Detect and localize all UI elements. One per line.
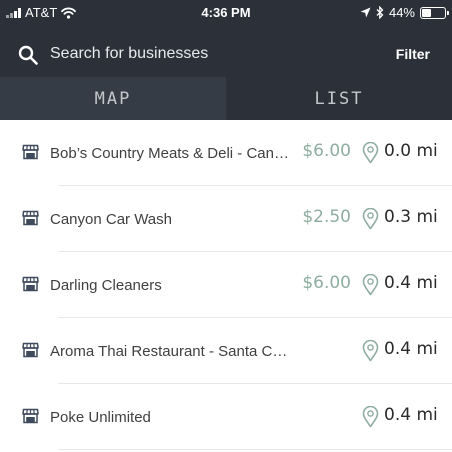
list-item[interactable]: Canyon Car Wash $2.50 0.3 mi — [0, 186, 452, 252]
list-item[interactable]: Aroma Thai Restaurant - Santa C… 0.4 mi — [0, 318, 452, 384]
list-item[interactable]: Bob’s Country Meats & Deli - Can… $6.00 … — [0, 120, 452, 186]
business-price: $6.00 — [302, 273, 351, 293]
storefront-icon — [22, 408, 39, 424]
row-divider — [58, 449, 452, 450]
business-distance: 0.4 mi — [384, 273, 438, 293]
location-arrow-icon — [360, 7, 371, 18]
list-item[interactable]: Poke Unlimited 0.4 mi — [0, 384, 452, 450]
business-price: $2.50 — [302, 207, 351, 227]
tab-map[interactable]: MAP — [0, 77, 226, 120]
map-pin-icon — [362, 274, 379, 296]
search-icon[interactable] — [18, 45, 38, 65]
business-name: Aroma Thai Restaurant - Santa C… — [50, 343, 288, 360]
battery-fill — [422, 8, 431, 17]
filter-button[interactable]: Filter — [396, 46, 430, 62]
business-distance: 0.4 mi — [384, 405, 438, 425]
business-distance: 0.4 mi — [384, 339, 438, 359]
list-item[interactable]: Darling Cleaners $6.00 0.4 mi — [0, 252, 452, 318]
business-name: Canyon Car Wash — [50, 211, 172, 228]
business-list: Bob’s Country Meats & Deli - Can… $6.00 … — [0, 120, 452, 450]
business-price: $6.00 — [302, 141, 351, 161]
storefront-icon — [22, 144, 39, 160]
status-right: 44% — [360, 5, 449, 20]
business-distance: 0.3 mi — [384, 207, 438, 227]
business-name: Bob’s Country Meats & Deli - Can… — [50, 145, 289, 162]
bluetooth-icon — [376, 6, 384, 19]
search-input[interactable]: Search for businesses — [50, 45, 208, 63]
battery-icon — [420, 6, 449, 19]
tab-list[interactable]: LIST — [226, 77, 452, 120]
status-bar: AT&T 4:36 PM 44% — [0, 0, 452, 26]
view-tabs: MAP LIST — [0, 77, 452, 120]
business-name: Darling Cleaners — [50, 277, 162, 294]
map-pin-icon — [362, 340, 379, 362]
search-header: Search for businesses Filter — [0, 26, 452, 77]
storefront-icon — [22, 342, 39, 358]
battery-percent: 44% — [388, 5, 415, 20]
map-pin-icon — [362, 208, 379, 230]
storefront-icon — [22, 276, 39, 292]
map-pin-icon — [362, 406, 379, 428]
business-distance: 0.0 mi — [384, 141, 438, 161]
business-name: Poke Unlimited — [50, 409, 151, 426]
map-pin-icon — [362, 142, 379, 164]
storefront-icon — [22, 210, 39, 226]
